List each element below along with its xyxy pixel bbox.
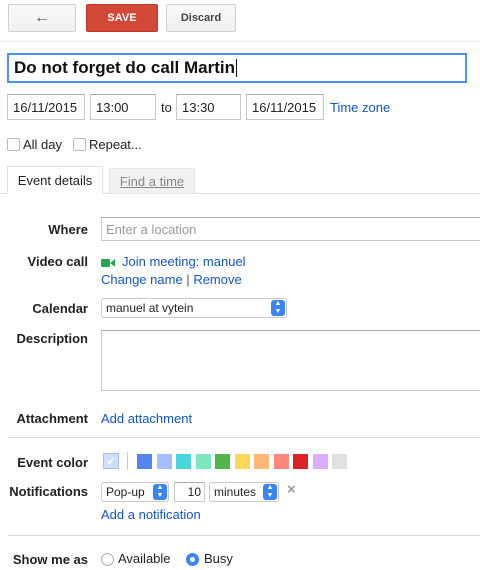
video-camera-icon — [101, 256, 115, 267]
color-swatch[interactable] — [137, 454, 152, 469]
text-caret — [236, 59, 237, 77]
tab-event-details[interactable]: Event details — [7, 166, 103, 194]
color-swatch[interactable] — [332, 454, 347, 469]
checkmark-icon: ✓ — [106, 455, 116, 468]
color-swatch[interactable] — [273, 454, 289, 469]
section-divider — [8, 535, 480, 536]
event-color-label: Event color — [17, 455, 88, 470]
available-label: Available — [118, 551, 171, 566]
radio-selected-dot — [190, 557, 195, 562]
available-radio[interactable] — [101, 553, 114, 566]
back-arrow-icon: ← — [34, 9, 50, 26]
description-label: Description — [16, 331, 88, 346]
back-button[interactable]: ← — [8, 4, 76, 32]
start-time-field[interactable]: 13:00 — [90, 94, 156, 120]
event-title-input[interactable]: Do not forget do call Martin — [7, 53, 467, 83]
select-arrows-icon: ▲ ▼ — [153, 484, 167, 500]
color-swatch[interactable] — [176, 454, 191, 469]
color-swatch[interactable] — [312, 454, 328, 469]
notifications-label: Notifications — [9, 484, 88, 499]
remove-notification-icon[interactable]: × — [287, 481, 296, 498]
location-input[interactable]: Enter a location — [101, 217, 480, 241]
where-label: Where — [48, 222, 88, 237]
description-textarea[interactable] — [101, 330, 480, 391]
repeat-label[interactable]: Repeat... — [89, 137, 142, 152]
notification-unit-select[interactable]: minutes ▲ ▼ — [209, 482, 279, 502]
busy-label: Busy — [204, 551, 233, 566]
select-arrows-icon: ▲ ▼ — [263, 484, 277, 500]
color-swatch[interactable] — [215, 454, 230, 469]
toolbar-divider — [0, 41, 480, 42]
link-separator: | — [186, 272, 190, 287]
remove-video-link[interactable]: Remove — [193, 272, 241, 287]
repeat-checkbox[interactable] — [73, 138, 86, 151]
end-date-field[interactable]: 16/11/2015 — [246, 94, 324, 120]
start-date-field[interactable]: 16/11/2015 — [7, 94, 85, 120]
show-me-as-label: Show me as — [12, 552, 88, 567]
notification-value-input[interactable]: 10 — [174, 482, 205, 502]
notification-type-select[interactable]: Pop-up ▲ ▼ — [101, 482, 169, 502]
swatch-divider — [127, 452, 128, 470]
color-swatch-default[interactable]: ✓ — [103, 453, 119, 469]
section-divider — [8, 437, 480, 438]
select-arrows-icon: ▲ ▼ — [271, 300, 285, 316]
all-day-label: All day — [23, 137, 63, 152]
event-title-text: Do not forget do call Martin — [14, 58, 235, 77]
all-day-checkbox[interactable] — [7, 138, 20, 151]
calendar-value: manuel at vytein — [106, 301, 194, 315]
video-call-label: Video call — [27, 254, 88, 269]
change-name-link[interactable]: Change name — [101, 272, 183, 287]
notification-type-value: Pop-up — [106, 485, 145, 499]
notification-unit-value: minutes — [214, 485, 257, 499]
calendar-select[interactable]: manuel at vytein ▲ ▼ — [101, 298, 287, 318]
add-attachment-link[interactable]: Add attachment — [101, 411, 192, 426]
save-button[interactable]: SAVE — [86, 4, 158, 32]
color-swatch[interactable] — [156, 454, 172, 469]
tab-find-a-time[interactable]: Find a time — [109, 168, 195, 194]
color-swatch[interactable] — [293, 454, 308, 469]
time-zone-link[interactable]: Time zone — [330, 100, 390, 115]
join-meeting-link[interactable]: Join meeting: manuel — [122, 254, 246, 269]
add-notification-link[interactable]: Add a notification — [101, 507, 201, 522]
to-label: to — [161, 100, 172, 115]
calendar-label: Calendar — [32, 301, 88, 316]
busy-radio[interactable] — [186, 553, 199, 566]
discard-button[interactable]: Discard — [166, 4, 236, 32]
color-swatch[interactable] — [234, 454, 250, 469]
attachment-label: Attachment — [16, 411, 88, 426]
color-swatch[interactable] — [195, 454, 211, 469]
color-swatch[interactable] — [254, 454, 269, 469]
end-time-field[interactable]: 13:30 — [176, 94, 241, 120]
